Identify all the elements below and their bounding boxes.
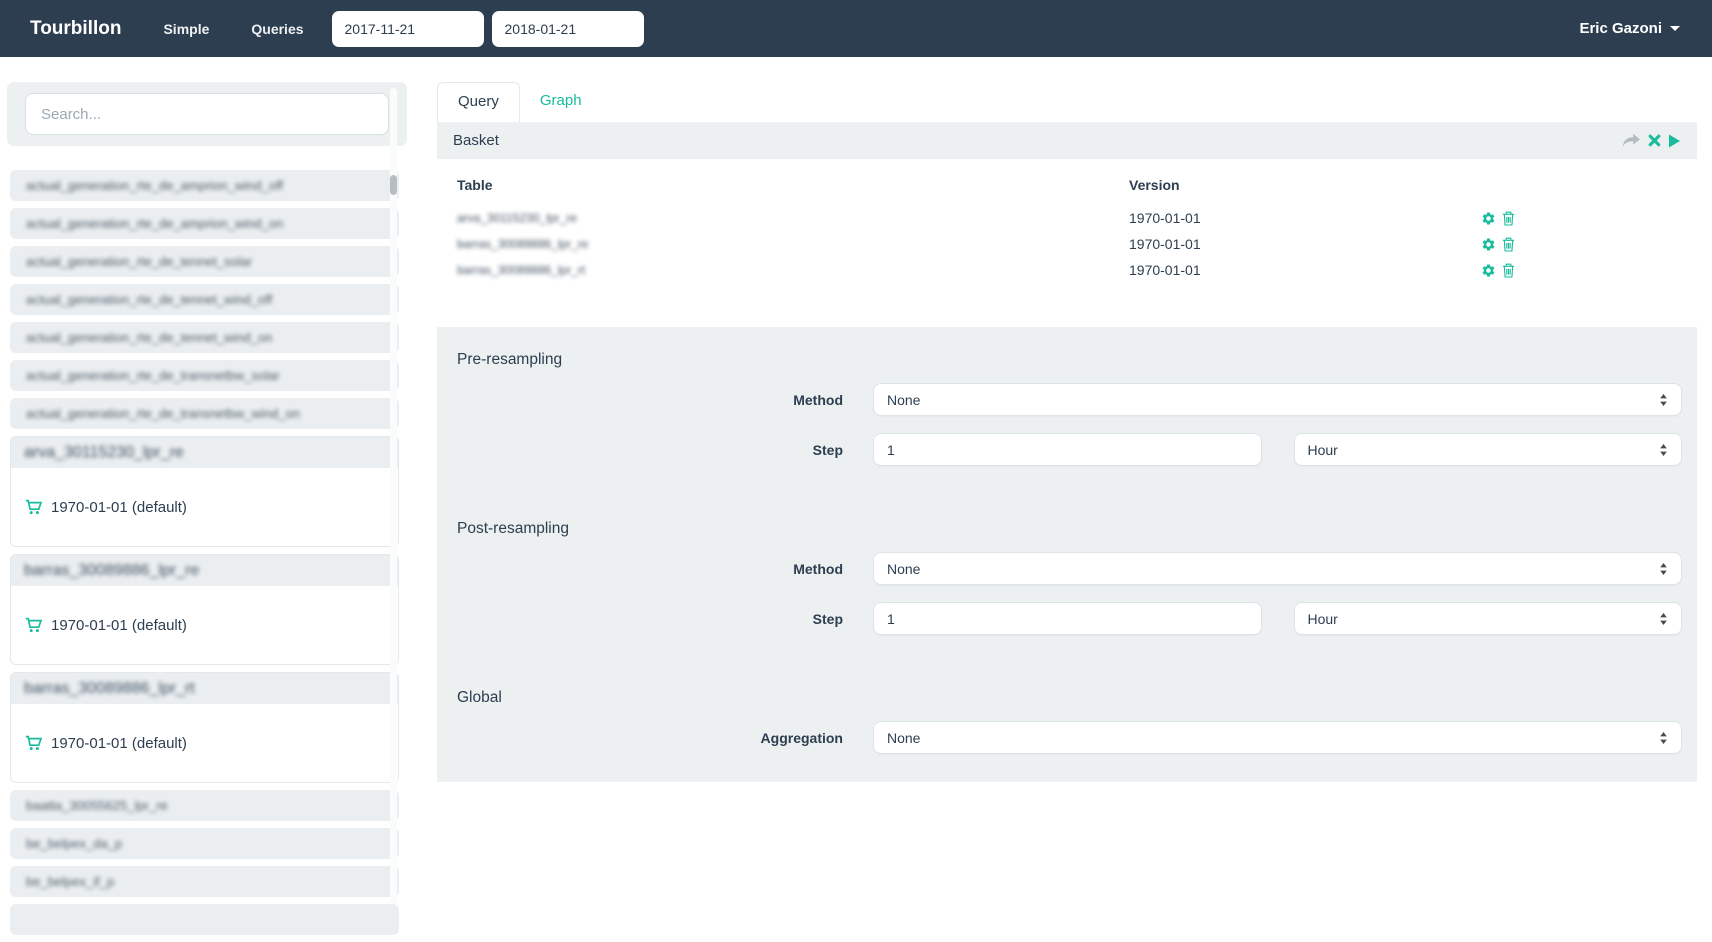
basket-panel-header: Basket — [437, 122, 1697, 159]
list-item-expanded: arva_30115230_lpr_re 1970-01-01 (default… — [10, 436, 399, 547]
post-method-select[interactable]: None — [873, 552, 1682, 585]
search-panel — [7, 82, 407, 146]
list-item[interactable]: actual_generation_rte_de_transnetbw_wind… — [10, 398, 399, 429]
post-step-unit-select[interactable]: Hour — [1293, 602, 1682, 635]
date-to-input[interactable] — [491, 10, 644, 47]
column-header-version: Version — [1129, 177, 1180, 193]
gear-icon[interactable] — [1481, 263, 1496, 278]
clear-basket-x-icon[interactable] — [1648, 134, 1661, 147]
basket-row-table-name: barras_30089886_lpr_rt — [457, 263, 586, 277]
series-sidebar: actual_generation_rte_de_amprion_wind_of… — [7, 82, 407, 942]
basket-row-table-name: arva_30115230_lpr_re — [457, 211, 577, 225]
list-item[interactable]: arva_30115230_lpr_re — [11, 437, 398, 468]
trash-icon[interactable] — [1502, 211, 1515, 226]
basket-row-version: 1970-01-01 — [1129, 236, 1201, 252]
pre-resampling-section: Pre-resampling Method None Step Hour — [452, 351, 1682, 466]
date-from-input[interactable] — [331, 10, 484, 47]
list-item[interactable]: be_belpex_da_p — [10, 828, 399, 859]
column-header-table: Table — [457, 177, 493, 193]
section-title: Pre-resampling — [457, 351, 563, 368]
list-item[interactable]: actual_generation_rte_de_amprion_wind_on — [10, 208, 399, 239]
select-arrows-icon — [1659, 612, 1668, 626]
basket-row-version: 1970-01-01 — [1129, 262, 1201, 278]
section-title: Post-resampling — [457, 520, 569, 537]
run-query-play-icon[interactable] — [1668, 134, 1681, 148]
aggregation-select[interactable]: None — [873, 721, 1682, 754]
gear-icon[interactable] — [1481, 211, 1496, 226]
cart-icon[interactable] — [25, 617, 42, 633]
list-item[interactable]: baatta_30055625_lpr_re — [10, 790, 399, 821]
version-panel: 1970-01-01 (default) — [11, 586, 398, 664]
post-resampling-section: Post-resampling Method None Step Hour — [452, 520, 1682, 635]
gear-icon[interactable] — [1481, 237, 1496, 252]
global-section: Global Aggregation None — [452, 689, 1682, 754]
share-icon[interactable] — [1622, 133, 1641, 148]
nav-item-simple[interactable]: Simple — [163, 21, 209, 37]
basket-actions — [1622, 133, 1681, 148]
list-item[interactable]: actual_generation_rte_de_transnetbw_sola… — [10, 360, 399, 391]
select-arrows-icon — [1659, 731, 1668, 745]
tab-graph[interactable]: Graph — [520, 82, 602, 122]
list-item[interactable]: actual_generation_rte_de_tennet_solar — [10, 246, 399, 277]
method-label: Method — [793, 391, 843, 408]
basket-row-version: 1970-01-01 — [1129, 210, 1201, 226]
basket-row-table-name: barras_30089886_lpr_re — [457, 237, 589, 251]
main-content: Query Graph Basket Table Version arva_30… — [437, 82, 1697, 782]
section-title: Global — [457, 689, 502, 706]
version-panel: 1970-01-01 (default) — [11, 704, 398, 782]
user-name: Eric Gazoni — [1579, 20, 1662, 37]
caret-down-icon — [1670, 26, 1680, 31]
version-entry[interactable]: 1970-01-01 (default) — [25, 499, 187, 516]
app-brand: Tourbillon — [30, 17, 122, 39]
version-label: 1970-01-01 (default) — [51, 498, 187, 516]
basket-row-actions — [1481, 231, 1677, 257]
top-navbar: Tourbillon Simple Queries Eric Gazoni — [0, 0, 1712, 57]
version-label: 1970-01-01 (default) — [51, 616, 187, 634]
list-item[interactable] — [10, 904, 399, 935]
basket-row-actions — [1481, 205, 1677, 231]
search-input[interactable] — [25, 93, 389, 135]
user-menu[interactable]: Eric Gazoni — [1579, 0, 1680, 57]
list-item-expanded: barras_30089886_lpr_re 1970-01-01 (defau… — [10, 554, 399, 665]
cart-icon[interactable] — [25, 735, 42, 751]
cart-icon[interactable] — [25, 499, 42, 515]
list-item[interactable]: barras_30089886_lpr_rt — [11, 673, 398, 704]
basket-panel-body: Table Version arva_30115230_lpr_re 1970-… — [437, 159, 1697, 327]
step-label: Step — [812, 610, 843, 627]
version-entry[interactable]: 1970-01-01 (default) — [25, 617, 187, 634]
method-label: Method — [793, 560, 843, 577]
basket-title: Basket — [453, 132, 499, 149]
query-settings-panel: Pre-resampling Method None Step Hour — [437, 327, 1697, 782]
basket-row-actions — [1481, 257, 1677, 283]
list-item[interactable]: actual_generation_rte_de_amprion_wind_of… — [10, 170, 399, 201]
trash-icon[interactable] — [1502, 237, 1515, 252]
pre-step-input[interactable] — [873, 433, 1262, 466]
version-label: 1970-01-01 (default) — [51, 734, 187, 752]
version-entry[interactable]: 1970-01-01 (default) — [25, 735, 187, 752]
post-step-input[interactable] — [873, 602, 1262, 635]
trash-icon[interactable] — [1502, 263, 1515, 278]
basket-table: Table Version arva_30115230_lpr_re 1970-… — [457, 177, 1677, 283]
tab-bar: Query Graph — [437, 82, 1697, 122]
pre-method-select[interactable]: None — [873, 383, 1682, 416]
nav-item-queries[interactable]: Queries — [251, 21, 303, 37]
sidebar-scrollbar[interactable] — [390, 88, 397, 904]
list-item[interactable]: be_belpex_if_p — [10, 866, 399, 897]
list-item[interactable]: barras_30089886_lpr_re — [11, 555, 398, 586]
list-item[interactable]: actual_generation_rte_de_tennet_wind_on — [10, 322, 399, 353]
aggregation-label: Aggregation — [760, 729, 843, 746]
select-arrows-icon — [1659, 562, 1668, 576]
step-label: Step — [812, 441, 843, 458]
list-item[interactable]: actual_generation_rte_de_tennet_wind_off — [10, 284, 399, 315]
select-arrows-icon — [1659, 443, 1668, 457]
version-panel: 1970-01-01 (default) — [11, 468, 398, 546]
sidebar-scrollbar-thumb[interactable] — [390, 175, 397, 195]
pre-step-unit-select[interactable]: Hour — [1293, 433, 1682, 466]
tab-query[interactable]: Query — [437, 82, 520, 122]
series-list: actual_generation_rte_de_amprion_wind_of… — [7, 170, 407, 935]
list-item-expanded: barras_30089886_lpr_rt 1970-01-01 (defau… — [10, 672, 399, 783]
select-arrows-icon — [1659, 393, 1668, 407]
